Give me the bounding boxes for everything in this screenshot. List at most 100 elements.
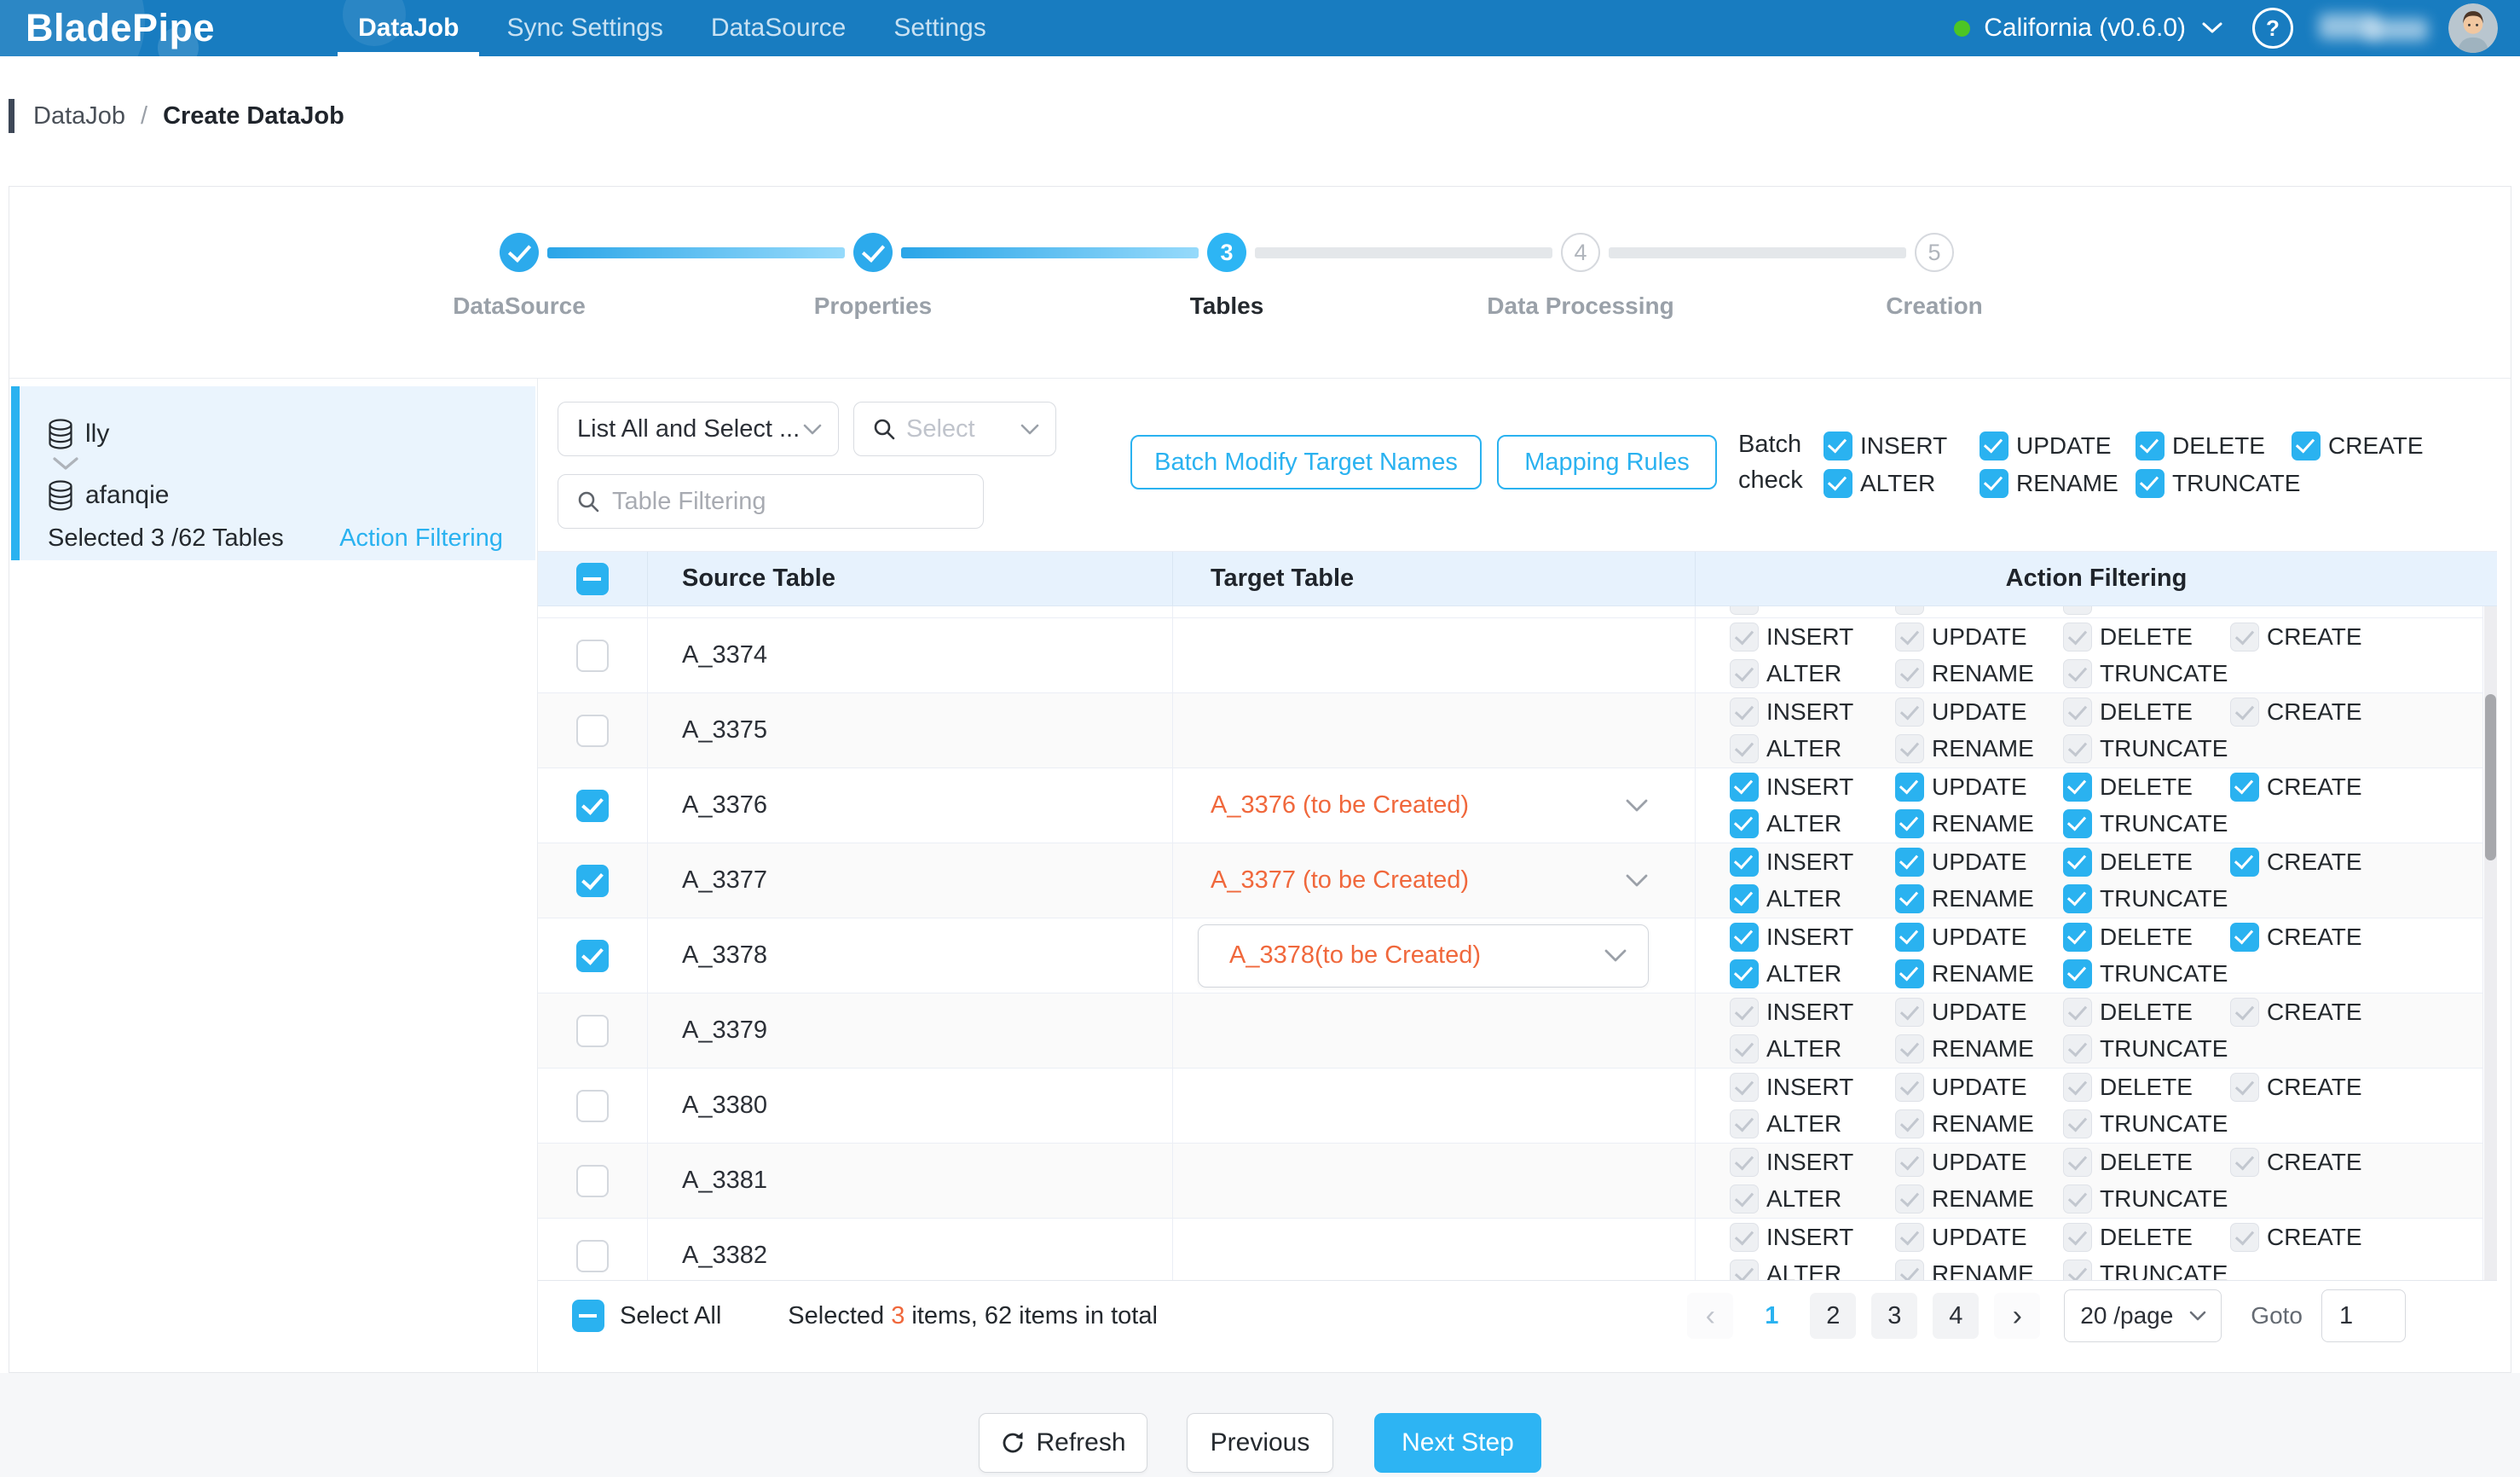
page-size-value: 20 /page — [2080, 1302, 2173, 1329]
row-select-checkbox[interactable] — [576, 865, 609, 897]
database-icon — [48, 480, 73, 511]
action-checkbox-create[interactable]: CREATE — [2292, 432, 2424, 460]
step-label-properties: Properties — [728, 293, 1018, 320]
action-checkbox-create[interactable]: CREATE — [2230, 923, 2362, 952]
select-all-checkbox[interactable] — [572, 1300, 604, 1332]
action-checkbox-create[interactable]: CREATE — [2230, 848, 2362, 877]
chevron-down-icon[interactable] — [1625, 873, 1649, 888]
avatar[interactable] — [2448, 3, 2498, 53]
chevron-down-icon[interactable] — [1604, 948, 1627, 963]
next-step-button[interactable]: Next Step — [1374, 1413, 1541, 1473]
row-select-checkbox[interactable] — [576, 1240, 609, 1272]
action-checkbox-truncate[interactable]: TRUNCATE — [2063, 809, 2230, 838]
row-select-checkbox[interactable] — [576, 940, 609, 972]
action-checkbox-alter[interactable]: ALTER — [1730, 809, 1895, 838]
action-checkbox-alter: ALTER — [1730, 659, 1895, 688]
action-filtering-cell: INSERTUPDATEDELETECREATEALTERRENAMETRUNC… — [1696, 618, 2482, 692]
row-select-checkbox[interactable] — [576, 1090, 609, 1122]
goto-page-input[interactable] — [2321, 1289, 2406, 1342]
action-checkbox-alter[interactable]: ALTER — [1730, 884, 1895, 913]
page-size-select[interactable]: 20 /page — [2064, 1289, 2222, 1342]
action-checkbox-alter[interactable]: ALTER — [1824, 469, 1980, 498]
bladepipe-logo[interactable]: BladePipe — [26, 6, 215, 50]
chevron-down-icon[interactable] — [1625, 798, 1649, 813]
action-checkbox-truncate[interactable]: TRUNCATE — [2063, 884, 2230, 913]
action-checkbox-rename[interactable]: RENAME — [1895, 959, 2063, 988]
step-connector — [1609, 247, 1906, 258]
action-checkbox-update[interactable]: UPDATE — [1895, 773, 2063, 802]
action-checkbox-alter: ALTER — [1730, 1184, 1895, 1213]
action-checkbox-rename[interactable]: RENAME — [1980, 469, 2136, 498]
page-button-2[interactable]: 2 — [1810, 1293, 1856, 1339]
page-button-4[interactable]: 4 — [1933, 1293, 1979, 1339]
target-table-select[interactable]: A_3378(to be Created) — [1198, 924, 1649, 988]
row-select-checkbox[interactable] — [576, 715, 609, 747]
action-checkbox-insert[interactable]: INSERT — [1730, 848, 1895, 877]
action-checkbox-insert[interactable]: INSERT — [1824, 432, 1980, 460]
table-row: A_3375INSERTUPDATEDELETECREATEALTERRENAM… — [538, 693, 2483, 768]
schema-select[interactable]: Select — [853, 402, 1056, 456]
action-checkbox-delete[interactable]: DELETE — [2063, 773, 2230, 802]
action-checkbox-insert[interactable]: INSERT — [1730, 923, 1895, 952]
row-select-checkbox[interactable] — [576, 640, 609, 672]
action-checkbox-truncate: TRUNCATE — [2063, 1260, 2230, 1280]
refresh-button[interactable]: Refresh — [979, 1413, 1147, 1473]
top-nav: BladePipe DataJob Sync Settings DataSour… — [0, 0, 2520, 56]
tables-table: Source Table Target Table Action Filteri… — [538, 551, 2497, 1351]
scrollbar-thumb[interactable] — [2485, 694, 2496, 860]
nav-item-settings[interactable]: Settings — [870, 0, 1009, 56]
table-row: A_3374INSERTUPDATEDELETECREATEALTERRENAM… — [538, 618, 2483, 693]
environment-status-dot — [1954, 20, 1970, 37]
prev-page-button[interactable]: ‹ — [1687, 1293, 1733, 1339]
breadcrumb-parent[interactable]: DataJob — [33, 102, 125, 130]
row-select-checkbox[interactable] — [576, 790, 609, 822]
action-filtering-cell: INSERTUPDATEDELETECREATE ALTERRENAMETRUNC… — [1696, 843, 2482, 918]
main-card: 3 4 5 DataSource Properties Tables Data … — [9, 186, 2511, 1373]
action-filtering-link[interactable]: Action Filtering — [339, 524, 503, 553]
action-checkbox-insert: INSERT — [1730, 623, 1895, 652]
table-row: A_3379INSERTUPDATEDELETECREATEALTERRENAM… — [538, 993, 2483, 1069]
action-checkbox-update: UPDATE — [1895, 1148, 2063, 1177]
action-checkbox-update[interactable]: UPDATE — [1980, 432, 2136, 460]
target-table-header: Target Table — [1173, 552, 1696, 605]
batch-modify-target-names-button[interactable]: Batch Modify Target Names — [1130, 435, 1482, 489]
action-checkbox-alter: ALTER — [1730, 1109, 1895, 1138]
action-checkbox-update[interactable]: UPDATE — [1895, 923, 2063, 952]
row-select-checkbox[interactable] — [576, 1015, 609, 1047]
previous-button[interactable]: Previous — [1187, 1413, 1333, 1473]
selection-count: Selected 3 items, 62 items in total — [788, 1302, 1158, 1330]
action-checkbox-rename[interactable]: RENAME — [1895, 809, 2063, 838]
step-circle-datasource — [500, 233, 539, 272]
action-checkbox-insert[interactable]: INSERT — [1730, 773, 1895, 802]
action-checkbox-truncate[interactable]: TRUNCATE — [2063, 959, 2230, 988]
action-checkbox-update: UPDATE — [1895, 1073, 2063, 1102]
list-mode-select[interactable]: List All and Select ... — [558, 402, 839, 456]
action-checkbox-update[interactable]: UPDATE — [1895, 848, 2063, 877]
table-filter-input[interactable]: Table Filtering — [558, 474, 984, 529]
action-checkbox-truncate[interactable]: TRUNCATE — [2136, 469, 2292, 498]
action-checkbox-delete: DELETE — [2063, 998, 2230, 1027]
chevron-down-icon — [2188, 1310, 2207, 1322]
nav-item-datajob[interactable]: DataJob — [334, 0, 483, 56]
action-checkbox-rename[interactable]: RENAME — [1895, 884, 2063, 913]
select-all-header-checkbox[interactable] — [576, 563, 609, 595]
page-button-3[interactable]: 3 — [1871, 1293, 1917, 1339]
nav-item-datasource[interactable]: DataSource — [687, 0, 870, 56]
help-icon[interactable]: ? — [2252, 8, 2293, 49]
action-checkbox-alter[interactable]: ALTER — [1730, 959, 1895, 988]
nav-item-sync-settings[interactable]: Sync Settings — [483, 0, 686, 56]
chevron-down-icon[interactable] — [2201, 21, 2223, 35]
action-checkbox-delete[interactable]: DELETE — [2136, 432, 2292, 460]
mapping-rules-button[interactable]: Mapping Rules — [1497, 435, 1717, 489]
environment-name[interactable]: California (v0.6.0) — [1984, 14, 2186, 43]
action-checkbox-delete[interactable]: DELETE — [2063, 848, 2230, 877]
action-checkbox-delete[interactable]: DELETE — [2063, 923, 2230, 952]
action-filtering-cell: INSERTUPDATEDELETECREATEALTERRENAMETRUNC… — [1696, 1219, 2482, 1280]
action-checkbox-update: UPDATE — [1895, 1223, 2063, 1252]
row-select-checkbox[interactable] — [576, 1165, 609, 1197]
action-checkbox-insert: INSERT — [1730, 1223, 1895, 1252]
datasource-summary-card[interactable]: lly afanqie Selected 3 /62 Tables Action… — [11, 386, 535, 560]
next-page-button[interactable]: › — [1994, 1293, 2040, 1339]
page-button-1[interactable]: 1 — [1748, 1293, 1795, 1339]
action-checkbox-create[interactable]: CREATE — [2230, 773, 2362, 802]
